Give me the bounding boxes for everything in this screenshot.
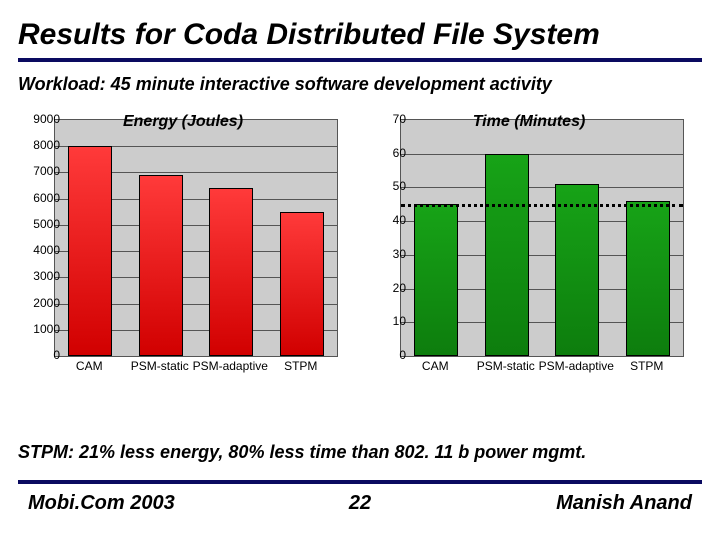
y-tick: 20 [366,281,406,295]
subtitle: Workload: 45 minute interactive software… [18,74,702,95]
y-tick: 1000 [20,322,60,336]
chart-energy: Energy (Joules) 0 1000 2000 3000 4000 5000 6000… [18,115,348,387]
y-tick: 5000 [20,217,60,231]
title-rule [18,58,702,62]
bar [414,204,458,356]
y-tick: 2000 [20,296,60,310]
footer-rule [18,480,702,484]
footer-page: 22 [349,492,371,515]
chart-title: Time (Minutes) [364,113,694,131]
bar [280,212,324,356]
slide-title: Results for Coda Distributed File System [18,18,702,52]
y-tick: 0 [20,348,60,362]
category-label: STPM [630,359,663,373]
y-tick: 8000 [20,138,60,152]
category-label: PSM-static [131,359,189,373]
y-tick: 6000 [20,191,60,205]
y-tick: 7000 [20,164,60,178]
chart-title: Energy (Joules) [18,113,348,131]
footer-author: Manish Anand [556,492,692,515]
bar [68,146,112,356]
y-tick: 0 [366,348,406,362]
y-tick: 50 [366,179,406,193]
y-tick: 40 [366,213,406,227]
charts-area: Energy (Joules) 0 1000 2000 3000 4000 5000 6000… [18,105,702,405]
footer-conference: Mobi.Com 2003 [28,492,175,515]
category-label: PSM-static [477,359,535,373]
category-label: CAM [422,359,449,373]
y-tick: 30 [366,247,406,261]
y-tick: 60 [366,146,406,160]
plot-area [400,119,684,357]
category-label: CAM [76,359,103,373]
slide: Results for Coda Distributed File System… [0,0,720,540]
y-tick: 10 [366,314,406,328]
bar [485,154,529,356]
conclusion-text: STPM: 21% less energy, 80% less time tha… [18,442,702,463]
bar [139,175,183,356]
bar [626,201,670,356]
category-label: PSM-adaptive [539,359,614,373]
chart-time: Time (Minutes)010203040506070CAMPSM-stat… [364,115,694,387]
reference-line [401,204,683,207]
y-tick: 3000 [20,269,60,283]
category-label: PSM-adaptive [193,359,268,373]
y-tick: 4000 [20,243,60,257]
plot-area [54,119,338,357]
bar [555,184,599,356]
category-label: STPM [284,359,317,373]
bar [209,188,253,356]
